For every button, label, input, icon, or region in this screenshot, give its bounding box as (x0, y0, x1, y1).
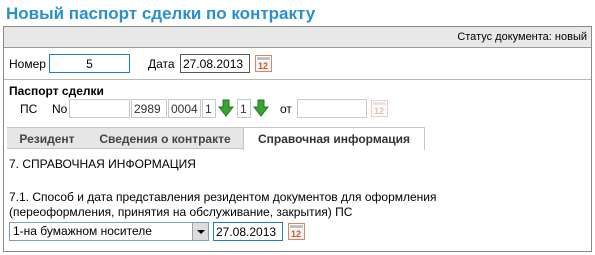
number-label: Номер (9, 57, 46, 71)
arrow-down-icon[interactable] (218, 99, 234, 117)
submission-method-value: 1-на бумажном носителе (13, 224, 152, 238)
ps-part4-input[interactable] (202, 99, 216, 118)
question-text-line2: (переоформления, принятия на обслуживани… (9, 205, 353, 219)
tab-resident[interactable]: Резидент (7, 128, 87, 149)
calendar-icon[interactable]: 12 (371, 100, 388, 117)
chevron-down-icon[interactable] (192, 223, 208, 240)
ps-label: ПС (20, 102, 38, 116)
submission-date-input[interactable] (213, 222, 283, 241)
from-label: от (280, 102, 292, 116)
number-input[interactable] (49, 54, 130, 73)
document-status: Статус документа: новый (457, 31, 587, 43)
divider (4, 79, 591, 80)
tab-reference-info[interactable]: Справочная информация (243, 128, 425, 150)
calendar-icon[interactable]: 12 (288, 223, 305, 240)
tab-bar: Резидент Сведения о контракте Справочная… (7, 127, 425, 150)
document-form: Статус документа: новый Номер Дата 12 Па… (3, 26, 592, 252)
arrow-down-icon[interactable] (253, 99, 269, 117)
submission-method-select[interactable]: 1-на бумажном носителе (9, 222, 209, 241)
tab-contract-info[interactable]: Сведения о контракте (87, 128, 243, 149)
ps-part1-input[interactable] (69, 99, 130, 118)
ps-part2-input[interactable] (131, 99, 167, 118)
section-heading: 7. СПРАВОЧНАЯ ИНФОРМАЦИЯ (9, 157, 196, 171)
status-bar: Статус документа: новый (4, 27, 591, 48)
date-input[interactable] (180, 54, 250, 73)
ps-date-input[interactable] (297, 99, 367, 118)
page-title: Новый паспорт сделки по контракту (6, 4, 316, 23)
no-label: No (52, 102, 68, 116)
ps-part3-input[interactable] (168, 99, 201, 118)
calendar-icon[interactable]: 12 (255, 55, 272, 72)
passport-heading: Паспорт сделки (9, 84, 104, 98)
ps-part5-input[interactable] (237, 99, 251, 118)
question-text-line1: 7.1. Способ и дата представления резиден… (9, 190, 437, 204)
date-label: Дата (148, 57, 175, 71)
